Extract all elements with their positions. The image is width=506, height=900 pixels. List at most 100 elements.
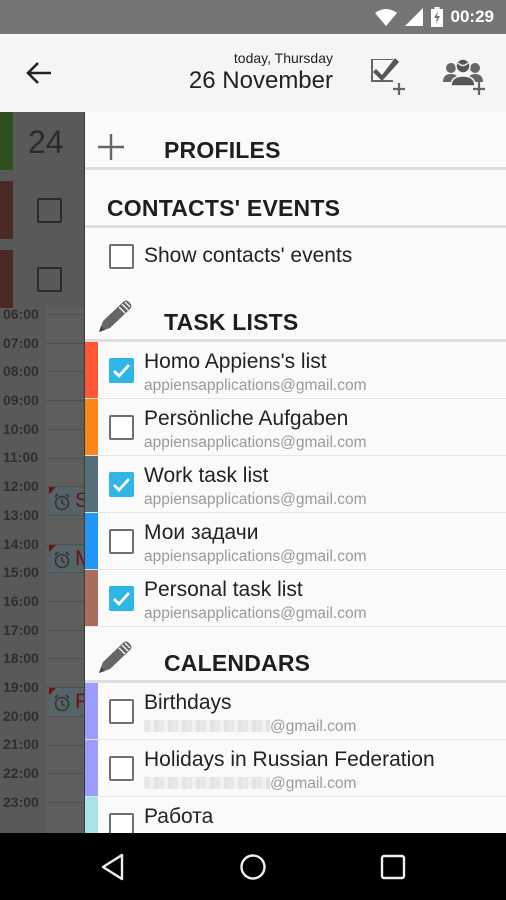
task-lists-title: TASK LISTS [164,309,299,335]
hour-gridline [46,801,84,803]
clock-time: 00:29 [450,7,494,26]
color-strip [85,683,98,739]
hour-label: 07:00 [3,334,39,351]
hour-gridline [46,658,84,660]
task-lists-section-header: TASK LISTS [85,286,506,342]
date-title: 26 November [188,67,333,94]
event-title: S [75,489,84,513]
nav-recents-button[interactable] [373,847,413,887]
show-contacts-events-checkbox[interactable] [109,244,134,269]
color-strip [85,570,98,626]
checkbox-plus-icon [371,58,405,95]
calendar-row[interactable]: Работа [85,797,506,833]
hour-gridline [46,486,84,488]
checkmark-icon [113,478,131,493]
alarm-clock-icon [54,551,70,568]
task-list-name: Work task list [144,464,269,487]
hour-label: 21:00 [3,736,39,753]
task-color-strip [0,250,13,308]
checkmark-icon [113,592,131,607]
calendar-account: @gmail.com [144,718,356,736]
hour-gridline [46,543,84,545]
show-contacts-events-label: Show contacts' events [144,244,353,267]
nav-home-button[interactable] [233,847,273,887]
status-bar: 00:29 [0,0,506,34]
redacted-text [144,720,270,732]
hour-gridline [46,457,84,459]
task-list-checkbox[interactable] [109,586,134,611]
hour-gridline [46,687,84,689]
color-strip [85,342,98,398]
system-navigation-bar [0,833,506,900]
color-strip [85,456,98,512]
task-list-row[interactable]: Persönliche Aufgaben appiensapplications@… [85,399,506,456]
add-task-list-button[interactable] [366,52,412,98]
calendars-title: CALENDARS [164,650,311,676]
calendars-section-header: CALENDARS [85,627,506,683]
background-event: S [49,487,84,517]
hour-gridline [46,744,84,746]
task-list-account: appiensapplications@gmail.com [144,605,367,622]
calendar-row[interactable]: Holidays in Russian Federation @gmail.com [85,740,506,797]
calendar-account: @gmail.com [144,775,356,793]
calendar-name: Birthdays [144,691,232,714]
back-button[interactable] [22,56,56,90]
task-list-row[interactable]: Work task list appiensapplications@gmail.… [85,456,506,513]
navigation-drawer: PROFILES CONTACTS' EVENTS Show contacts'… [84,112,506,833]
task-list-checkbox[interactable] [109,415,134,440]
contacts-events-title: CONTACTS' EVENTS [107,195,341,221]
day-number: 24 [28,124,64,160]
recents-square-icon [380,854,406,880]
task-list-account: appiensapplications@gmail.com [144,548,367,565]
people-plus-icon [443,58,485,95]
pencil-icon[interactable] [97,640,133,674]
hour-gridline [46,572,84,574]
pencil-icon[interactable] [97,299,133,333]
arrow-back-icon [26,62,51,84]
alarm-clock-icon [54,694,70,712]
redacted-text [144,777,270,789]
nav-back-button[interactable] [93,847,133,887]
account-domain: @gmail.com [270,718,357,735]
calendar-checkbox[interactable] [109,756,134,781]
hour-gridline [46,342,84,344]
calendar-checkbox[interactable] [109,699,134,724]
color-strip [85,513,98,569]
cell-signal-icon [404,8,423,26]
task-list-row[interactable]: Мои задачи appiensapplications@gmail.com [85,513,506,570]
account-domain: @gmail.com [270,775,357,792]
hour-gridline [46,428,84,430]
task-list-checkbox[interactable] [109,529,134,554]
alarm-clock-icon [54,493,70,511]
background-event: P [49,688,84,718]
calendar-checkbox[interactable] [109,813,134,833]
date-display[interactable]: today, Thursday 26 November [189,50,333,95]
profiles-title: PROFILES [164,137,281,163]
task-list-name: Personal task list [144,578,303,601]
home-circle-icon [240,854,266,880]
color-strip [85,797,98,833]
task-color-strip [0,181,13,239]
calendar-row[interactable]: Birthdays @gmail.com [85,683,506,740]
task-list-row[interactable]: Personal task list appiensapplications@gm… [85,570,506,627]
task-list-account: appiensapplications@gmail.com [144,491,367,508]
hour-label: 17:00 [3,621,39,638]
background-calendar[interactable]: 24 06:00 07:00 08:00 09:00 10:00 11:00 12:00 13… [0,112,84,833]
add-profile-button[interactable] [442,52,488,98]
task-list-checkbox[interactable] [109,358,134,383]
hour-label: 09:00 [3,392,39,409]
plus-icon[interactable] [97,133,125,161]
battery-charging-icon [430,7,443,27]
task-list-row[interactable]: Homo Appiens's list appiensapplications@g… [85,342,506,399]
hour-gridline [46,773,84,775]
task-list-checkbox[interactable] [109,472,134,497]
background-event: M [49,544,84,574]
background-task-checkbox [37,198,62,223]
calendar-name: Holidays in Russian Federation [144,748,435,771]
day-color-strip [0,112,13,170]
back-triangle-icon [101,853,124,881]
hour-gridline [46,629,84,631]
hour-label: 18:00 [3,650,39,667]
show-contacts-events-row[interactable]: Show contacts' events [85,228,506,286]
profiles-section-header[interactable]: PROFILES [85,112,506,170]
